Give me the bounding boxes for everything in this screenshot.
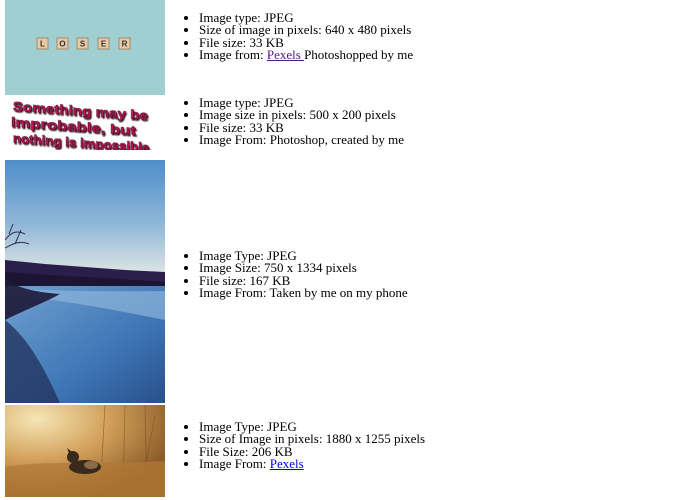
svg-text:S: S (80, 40, 86, 49)
image-details-list: Image Type: JPEG Size of Image in pixels… (181, 420, 425, 472)
tile-e: E (97, 37, 110, 50)
tile-o: O (56, 37, 69, 50)
list-item: Image from: Pexels Photoshopped by me (199, 47, 414, 63)
list-item: Image From: Pexels (199, 456, 425, 472)
image-details-list: Image Type: JPEG Image Size: 750 x 1334 … (181, 249, 408, 300)
svg-text:R: R (122, 40, 128, 49)
tile-s: S (76, 37, 89, 50)
pexels-link[interactable]: Pexels (270, 456, 304, 471)
tiles-art: L O S E R (36, 37, 131, 50)
dog-field-photo (5, 405, 165, 497)
loser-tiles-image: L O S E R (5, 0, 165, 95)
source-note: Photoshopped by me (304, 47, 414, 63)
tile-l: L (36, 37, 49, 50)
svg-text:L: L (40, 40, 45, 49)
source-label: Image From: (199, 456, 270, 472)
lake-art (5, 160, 165, 403)
image-details-list: Image type: JPEG Image size in pixels: 5… (181, 96, 404, 147)
quote-art: Something may be improbable, but nothing… (11, 99, 154, 150)
lake-photo (5, 160, 165, 403)
source-label: Image from: (199, 47, 267, 63)
pexels-link[interactable]: Pexels (267, 47, 304, 62)
list-item: Image From: Photoshop, created by me (199, 133, 404, 146)
list-item: Image From: Taken by me on my phone (199, 286, 408, 299)
svg-text:E: E (101, 40, 107, 49)
image-details-list: Image type: JPEG Size of image in pixels… (181, 11, 414, 63)
svg-text:O: O (59, 40, 65, 49)
dog-field-art (5, 405, 165, 497)
quote-text-image: Something may be improbable, but nothing… (5, 96, 165, 150)
tile-r: R (118, 37, 131, 50)
